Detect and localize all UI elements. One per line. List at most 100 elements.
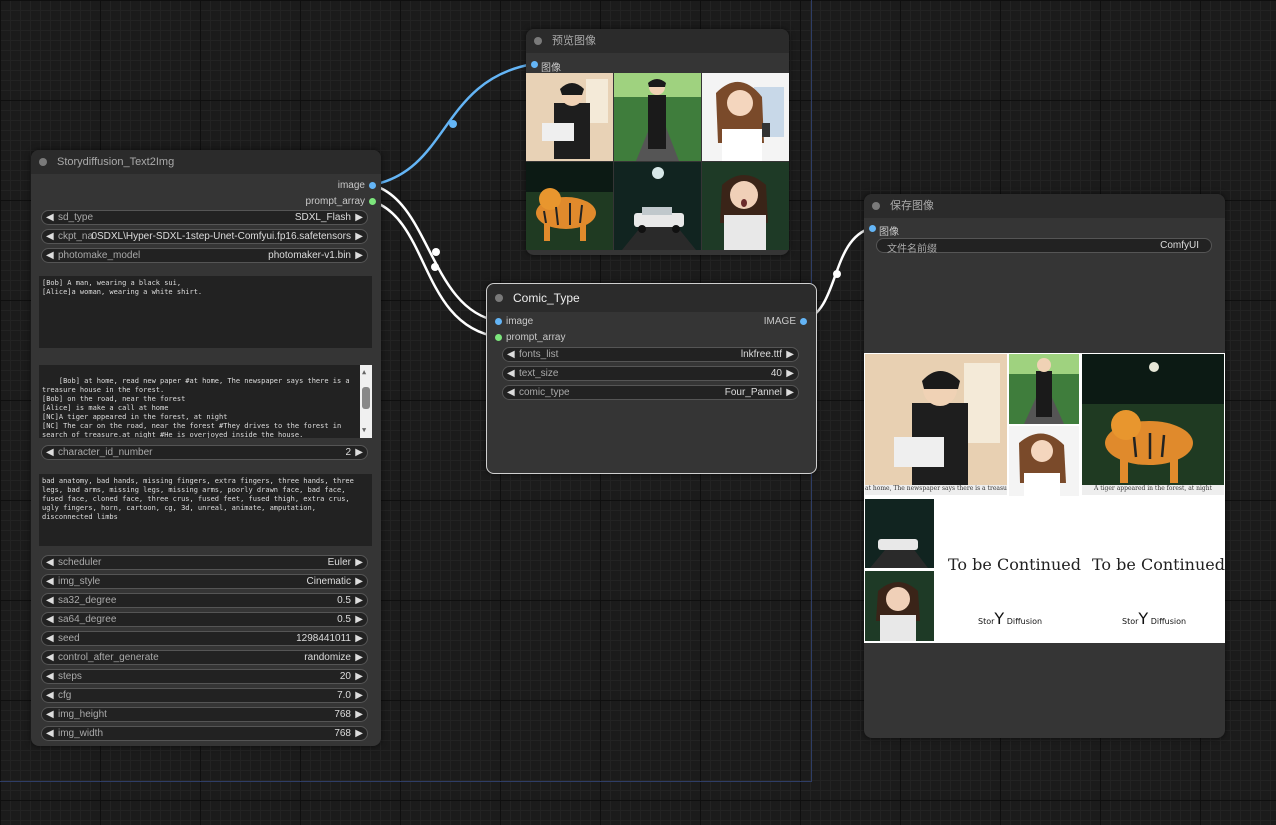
left-arrow-icon[interactable]: ◀ <box>507 349 515 360</box>
preview-grid[interactable] <box>526 73 789 250</box>
panel-car-night <box>865 499 934 568</box>
scheduler-widget[interactable]: ◀ scheduler Euler ▶ <box>41 555 368 570</box>
input-prompt-array-slot[interactable] <box>495 334 502 341</box>
cfg-widget[interactable]: ◀ cfg 7.0 ▶ <box>41 688 368 703</box>
collapse-dot-icon[interactable] <box>39 158 47 166</box>
collapse-dot-icon[interactable] <box>872 202 880 210</box>
img-style-widget[interactable]: ◀ img_style Cinematic ▶ <box>41 574 368 589</box>
right-arrow-icon[interactable]: ▶ <box>355 728 363 739</box>
comic-caption: at home, The newspaper says there is a t… <box>865 485 1007 495</box>
left-arrow-icon[interactable]: ◀ <box>46 576 54 587</box>
filename-prefix-widget[interactable]: 文件名前缀 ComfyUI <box>876 238 1212 255</box>
text-size-widget[interactable]: ◀ text_size 40 ▶ <box>502 366 799 381</box>
scroll-up-icon[interactable]: ▲ <box>362 368 366 377</box>
left-arrow-icon[interactable]: ◀ <box>46 671 54 682</box>
left-arrow-icon[interactable]: ◀ <box>46 212 54 223</box>
right-arrow-icon[interactable]: ▶ <box>355 557 363 568</box>
left-arrow-icon[interactable]: ◀ <box>46 447 54 458</box>
comic-type-widget[interactable]: ◀ comic_type Four_Pannel ▶ <box>502 385 799 400</box>
input-image-label: 图像 <box>879 227 899 238</box>
character-prompt-textarea[interactable]: [Bob] A man, wearing a black sui, [Alice… <box>39 276 372 348</box>
img-width-widget[interactable]: ◀ img_width 768 ▶ <box>41 726 368 741</box>
sd-type-widget[interactable]: ◀ sd_type SDXL_Flash ▶ <box>41 210 368 225</box>
right-arrow-icon[interactable]: ▶ <box>786 387 794 398</box>
img-height-widget[interactable]: ◀ img_height 768 ▶ <box>41 707 368 722</box>
input-image-label: image <box>506 316 534 327</box>
right-arrow-icon[interactable]: ▶ <box>355 212 363 223</box>
output-prompt-array-slot[interactable] <box>369 198 376 205</box>
preview-thumb-tiger <box>526 162 613 250</box>
output-image-label: image <box>337 180 365 191</box>
output-image-slot[interactable] <box>800 318 807 325</box>
output-prompt-array-label: prompt_array <box>305 196 365 207</box>
left-arrow-icon[interactable]: ◀ <box>46 231 54 242</box>
left-arrow-icon[interactable]: ◀ <box>46 614 54 625</box>
right-arrow-icon[interactable]: ▶ <box>355 595 363 606</box>
comic-type-node[interactable]: Comic_Type image prompt_array IMAGE ◀ fo… <box>486 283 817 474</box>
character-id-number-widget[interactable]: ◀ character_id_number 2 ▶ <box>41 445 368 460</box>
left-arrow-icon[interactable]: ◀ <box>46 728 54 739</box>
right-arrow-icon[interactable]: ▶ <box>355 614 363 625</box>
right-arrow-icon[interactable]: ▶ <box>355 633 363 644</box>
panel-tiger <box>1082 354 1224 495</box>
right-arrow-icon[interactable]: ▶ <box>355 652 363 663</box>
node-title: 预览图像 <box>552 35 596 47</box>
node-title: Storydiffusion_Text2Img <box>57 156 175 168</box>
output-image-slot[interactable] <box>369 182 376 189</box>
input-image-slot[interactable] <box>869 225 876 232</box>
scrollbar[interactable]: ▲ ▼ <box>360 365 372 438</box>
right-arrow-icon[interactable]: ▶ <box>355 709 363 720</box>
scroll-down-icon[interactable]: ▼ <box>362 426 366 435</box>
steps-widget[interactable]: ◀ steps 20 ▶ <box>41 669 368 684</box>
left-arrow-icon[interactable]: ◀ <box>46 557 54 568</box>
node-title: Comic_Type <box>513 291 580 305</box>
right-arrow-icon[interactable]: ▶ <box>355 447 363 458</box>
control-after-generate-widget[interactable]: ◀ control_after_generate randomize ▶ <box>41 650 368 665</box>
comic-output-image[interactable]: at home, The newspaper says there is a t… <box>864 353 1225 643</box>
left-arrow-icon[interactable]: ◀ <box>507 368 515 379</box>
preview-image-node[interactable]: 预览图像 图像 <box>526 29 789 255</box>
photomake-model-widget[interactable]: ◀ photomake_model photomaker-v1.bin ▶ <box>41 248 368 263</box>
left-arrow-icon[interactable]: ◀ <box>46 709 54 720</box>
fonts-list-widget[interactable]: ◀ fonts_list lnkfree.ttf ▶ <box>502 347 799 362</box>
left-arrow-icon[interactable]: ◀ <box>46 652 54 663</box>
node-title-bar[interactable]: Comic_Type <box>487 284 816 312</box>
input-prompt-array-label: prompt_array <box>506 332 566 343</box>
to-be-continued-text: To be Continued <box>1092 555 1225 574</box>
node-title-bar[interactable]: 预览图像 <box>526 29 789 53</box>
sa32-degree-widget[interactable]: ◀ sa32_degree 0.5 ▶ <box>41 593 368 608</box>
panel-man-reading <box>865 354 1007 495</box>
right-arrow-icon[interactable]: ▶ <box>355 250 363 261</box>
input-image-slot[interactable] <box>495 318 502 325</box>
left-arrow-icon[interactable]: ◀ <box>46 690 54 701</box>
output-image-label: IMAGE <box>763 316 796 327</box>
negative-prompt-textarea[interactable]: bad anatomy, bad hands, missing fingers,… <box>39 474 372 546</box>
collapse-dot-icon[interactable] <box>495 294 503 302</box>
storydiffusion-node[interactable]: Storydiffusion_Text2Img image prompt_arr… <box>31 150 381 746</box>
right-arrow-icon[interactable]: ▶ <box>355 231 363 242</box>
preview-thumb-man-road <box>614 73 701 161</box>
seed-widget[interactable]: ◀ seed 1298441011 ▶ <box>41 631 368 646</box>
right-arrow-icon[interactable]: ▶ <box>355 690 363 701</box>
left-arrow-icon[interactable]: ◀ <box>507 387 515 398</box>
scene-prompt-textarea[interactable]: [Bob] at home, read new paper #at home, … <box>39 365 372 438</box>
left-arrow-icon[interactable]: ◀ <box>46 250 54 261</box>
right-arrow-icon[interactable]: ▶ <box>786 368 794 379</box>
scroll-thumb[interactable] <box>362 387 370 409</box>
comic-panels <box>865 354 1224 641</box>
ckpt-name-widget[interactable]: ◀ ckpt_na 0SDXL\Hyper-SDXL-1step-Unet-Co… <box>41 229 368 244</box>
input-image-slot[interactable] <box>531 61 538 68</box>
right-arrow-icon[interactable]: ▶ <box>355 671 363 682</box>
input-image-label: 图像 <box>541 63 561 74</box>
node-title-bar[interactable]: Storydiffusion_Text2Img <box>31 150 381 174</box>
storydiffusion-logo: StorY Diffusion <box>1122 609 1187 628</box>
right-arrow-icon[interactable]: ▶ <box>355 576 363 587</box>
collapse-dot-icon[interactable] <box>534 37 542 45</box>
save-image-node[interactable]: 保存图像 图像 文件名前缀 ComfyUI at home, The newsp… <box>864 194 1225 738</box>
left-arrow-icon[interactable]: ◀ <box>46 595 54 606</box>
sa64-degree-widget[interactable]: ◀ sa64_degree 0.5 ▶ <box>41 612 368 627</box>
right-arrow-icon[interactable]: ▶ <box>786 349 794 360</box>
node-title-bar[interactable]: 保存图像 <box>864 194 1225 218</box>
left-arrow-icon[interactable]: ◀ <box>46 633 54 644</box>
scene-prompt-text: [Bob] at home, read new paper #at home, … <box>42 377 350 438</box>
